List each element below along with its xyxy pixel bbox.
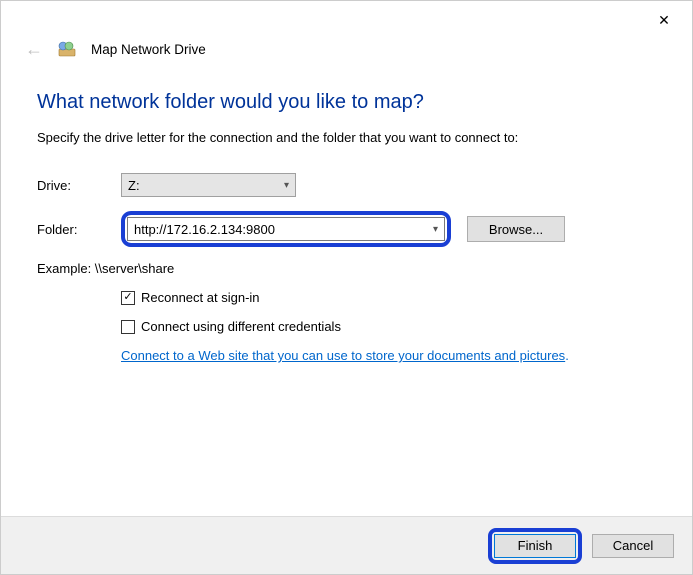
cancel-button[interactable]: Cancel	[592, 534, 674, 558]
drive-row: Drive: Z: ▾	[37, 173, 656, 197]
credentials-row: Connect using different credentials	[121, 319, 656, 334]
titlebar: ✕	[1, 1, 692, 39]
folder-input[interactable]: http://172.16.2.134:9800 ▾	[127, 217, 445, 241]
finish-highlight: Finish	[488, 528, 582, 564]
drive-label: Drive:	[37, 178, 121, 193]
credentials-label: Connect using different credentials	[141, 319, 341, 334]
folder-highlight: http://172.16.2.134:9800 ▾	[121, 211, 451, 247]
credentials-checkbox[interactable]	[121, 320, 135, 334]
folder-label: Folder:	[37, 222, 121, 237]
wizard-footer: Finish Cancel	[1, 516, 692, 574]
finish-button[interactable]: Finish	[494, 534, 576, 558]
close-icon[interactable]: ✕	[650, 12, 678, 29]
browse-button[interactable]: Browse...	[467, 216, 565, 242]
drive-value: Z:	[128, 178, 140, 193]
page-heading: What network folder would you like to ma…	[37, 91, 656, 114]
reconnect-row: ✓ Reconnect at sign-in	[121, 290, 656, 305]
website-link[interactable]: Connect to a Web site that you can use t…	[121, 348, 565, 363]
instruction-text: Specify the drive letter for the connect…	[37, 130, 656, 145]
reconnect-label: Reconnect at sign-in	[141, 290, 260, 305]
reconnect-checkbox[interactable]: ✓	[121, 291, 135, 305]
drive-select[interactable]: Z: ▾	[121, 173, 296, 197]
wizard-content: What network folder would you like to ma…	[1, 77, 692, 363]
network-drive-icon	[57, 39, 77, 59]
example-text: Example: \\server\share	[37, 261, 656, 276]
wizard-title: Map Network Drive	[91, 42, 206, 57]
chevron-down-icon: ▾	[433, 224, 438, 235]
wizard-header: ← Map Network Drive	[1, 39, 692, 77]
back-arrow-icon[interactable]: ←	[25, 40, 43, 58]
website-link-period: .	[565, 348, 569, 363]
folder-value: http://172.16.2.134:9800	[134, 222, 275, 237]
folder-row: Folder: http://172.16.2.134:9800 ▾ Brows…	[37, 211, 656, 247]
website-link-row: Connect to a Web site that you can use t…	[121, 348, 656, 363]
chevron-down-icon: ▾	[284, 180, 289, 191]
